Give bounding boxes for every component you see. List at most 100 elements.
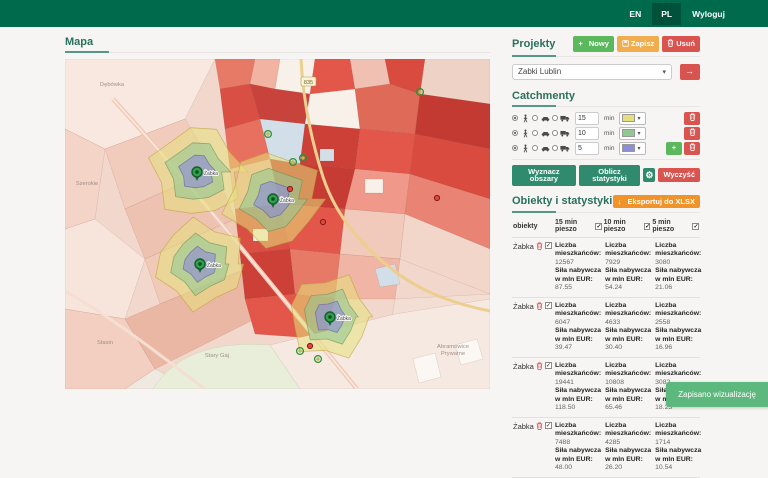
clear-button[interactable]: Wyczyść [658, 168, 700, 182]
walk-icon [520, 144, 530, 153]
map-panel: Mapa [65, 36, 490, 389]
delete-row-icon[interactable] [536, 302, 543, 312]
settings-button[interactable]: ⚙ [643, 168, 655, 182]
mode-walk-radio[interactable] [512, 145, 518, 151]
delete-project-button[interactable]: Usuń [662, 36, 700, 52]
mode-truck-radio[interactable] [552, 115, 558, 121]
add-catchment-button[interactable]: + [666, 142, 682, 155]
col-10min-checkbox[interactable] [644, 223, 650, 230]
mode-walk-radio[interactable] [512, 115, 518, 121]
mode-truck-radio[interactable] [552, 130, 558, 136]
save-project-button[interactable]: Zapisz [617, 36, 659, 52]
store-name: Żabka [513, 302, 534, 311]
trash-icon [667, 39, 674, 49]
place-label: Stary Gaj [205, 353, 229, 359]
color-select[interactable]: ▾ [619, 142, 646, 155]
gear-icon: ⚙ [645, 171, 653, 180]
map-title: Mapa [65, 36, 93, 48]
compute-stats-button[interactable]: Oblicz statystyki [579, 165, 640, 186]
mode-truck-radio[interactable] [552, 145, 558, 151]
delete-catchment-button[interactable] [684, 127, 700, 140]
project-select-value: Zabki Lublin [518, 67, 561, 76]
mode-car-radio[interactable] [532, 145, 538, 151]
stats-title: Obiekty i statystyki [512, 195, 612, 207]
download-icon: ↓ [618, 198, 622, 206]
mode-car-radio[interactable] [532, 130, 538, 136]
delete-row-icon[interactable] [536, 362, 543, 372]
top-navbar: EN PL Wyloguj [0, 0, 768, 27]
col-5min-checkbox[interactable] [692, 223, 699, 230]
stats-header: Obiekty i statystyki ↓ Eksportuj do XLSX [512, 195, 700, 214]
store-pin-label: Żabka [204, 170, 218, 177]
truck-icon [560, 115, 570, 122]
place-label: Szerokie [76, 181, 99, 187]
trash-icon [689, 113, 696, 123]
car-icon [540, 130, 550, 137]
new-project-button[interactable]: + Nowy [573, 36, 614, 52]
stats-table: obiekty 15 min pieszo 10 min pieszo 5 mi… [512, 215, 700, 478]
delete-catchment-button[interactable] [684, 142, 700, 155]
car-icon [540, 145, 550, 152]
col-15min-checkbox[interactable] [595, 223, 601, 230]
toast-notification: Zapisano wizualizację [666, 382, 768, 407]
color-swatch [622, 144, 635, 152]
store-pin-label: Żabka [337, 315, 351, 322]
catchment-row: min ▾ + [512, 111, 700, 126]
place-label: Abramowice [437, 344, 469, 350]
minutes-unit-label: min [604, 130, 614, 137]
delete-catchment-button[interactable] [684, 112, 700, 125]
car-icon [540, 115, 550, 122]
truck-icon [560, 130, 570, 137]
store-name: Żabka [513, 362, 534, 371]
save-icon [622, 40, 629, 49]
road-shield: 835 [301, 77, 316, 86]
map-canvas[interactable]: 835 DębówkaSzerokieStasinStary GajAbramo… [65, 59, 490, 389]
row-checkbox[interactable] [545, 302, 552, 309]
color-swatch [622, 114, 635, 122]
project-select[interactable]: Zabki Lublin ▾ [512, 64, 672, 80]
row-checkbox[interactable] [545, 242, 552, 249]
chevron-down-icon: ▾ [662, 68, 666, 76]
minutes-unit-label: min [604, 115, 614, 122]
lang-en-button[interactable]: EN [620, 3, 650, 25]
svg-text:835: 835 [304, 80, 313, 86]
mode-car-radio[interactable] [532, 115, 538, 121]
logout-button[interactable]: Wyloguj [683, 3, 734, 25]
row-checkbox[interactable] [545, 362, 552, 369]
minutes-input[interactable] [575, 142, 599, 155]
color-select[interactable]: ▾ [619, 112, 646, 125]
chevron-down-icon: ▾ [637, 130, 640, 137]
store-pin-label: Żabka [280, 197, 294, 204]
delete-row-icon[interactable] [536, 422, 543, 432]
stats-table-body: Żabka Liczba mieszkańców: 12567Siła naby… [512, 238, 700, 478]
load-project-button[interactable]: → [680, 64, 700, 80]
minutes-input[interactable] [575, 127, 599, 140]
compute-areas-button[interactable]: Wyznacz obszary [512, 165, 576, 186]
walk-icon [520, 114, 530, 123]
control-panel: Projekty + Nowy Zapisz Usuń Zabki Lublin… [512, 36, 700, 478]
color-select[interactable]: ▾ [619, 127, 646, 140]
plus-icon: + [578, 40, 582, 48]
trash-icon [689, 143, 696, 153]
store-pin-label: Żabka [207, 262, 221, 269]
catchments-header: Catchmenty [512, 90, 700, 107]
export-xlsx-button[interactable]: ↓ Eksportuj do XLSX [613, 195, 700, 209]
map-section-header: Mapa [65, 36, 490, 53]
col-objects: obiekty [512, 215, 554, 237]
mode-walk-radio[interactable] [512, 130, 518, 136]
col-5min: 5 min pieszo [651, 215, 700, 237]
truck-icon [560, 145, 570, 152]
chevron-down-icon: ▾ [637, 145, 640, 152]
place-label: Prywatne [441, 351, 465, 357]
projects-title: Projekty [512, 38, 555, 50]
trash-icon [689, 128, 696, 138]
lang-pl-button[interactable]: PL [652, 3, 681, 25]
row-checkbox[interactable] [545, 422, 552, 429]
catchment-row: min ▾ + [512, 141, 700, 156]
arrow-right-icon: → [685, 67, 694, 76]
stats-table-row: Żabka Liczba mieszkańców: 7488Siła nabyw… [512, 418, 700, 478]
minutes-input[interactable] [575, 112, 599, 125]
delete-row-icon[interactable] [536, 242, 543, 252]
col-15min: 15 min pieszo [554, 215, 603, 237]
col-10min: 10 min pieszo [603, 215, 652, 237]
